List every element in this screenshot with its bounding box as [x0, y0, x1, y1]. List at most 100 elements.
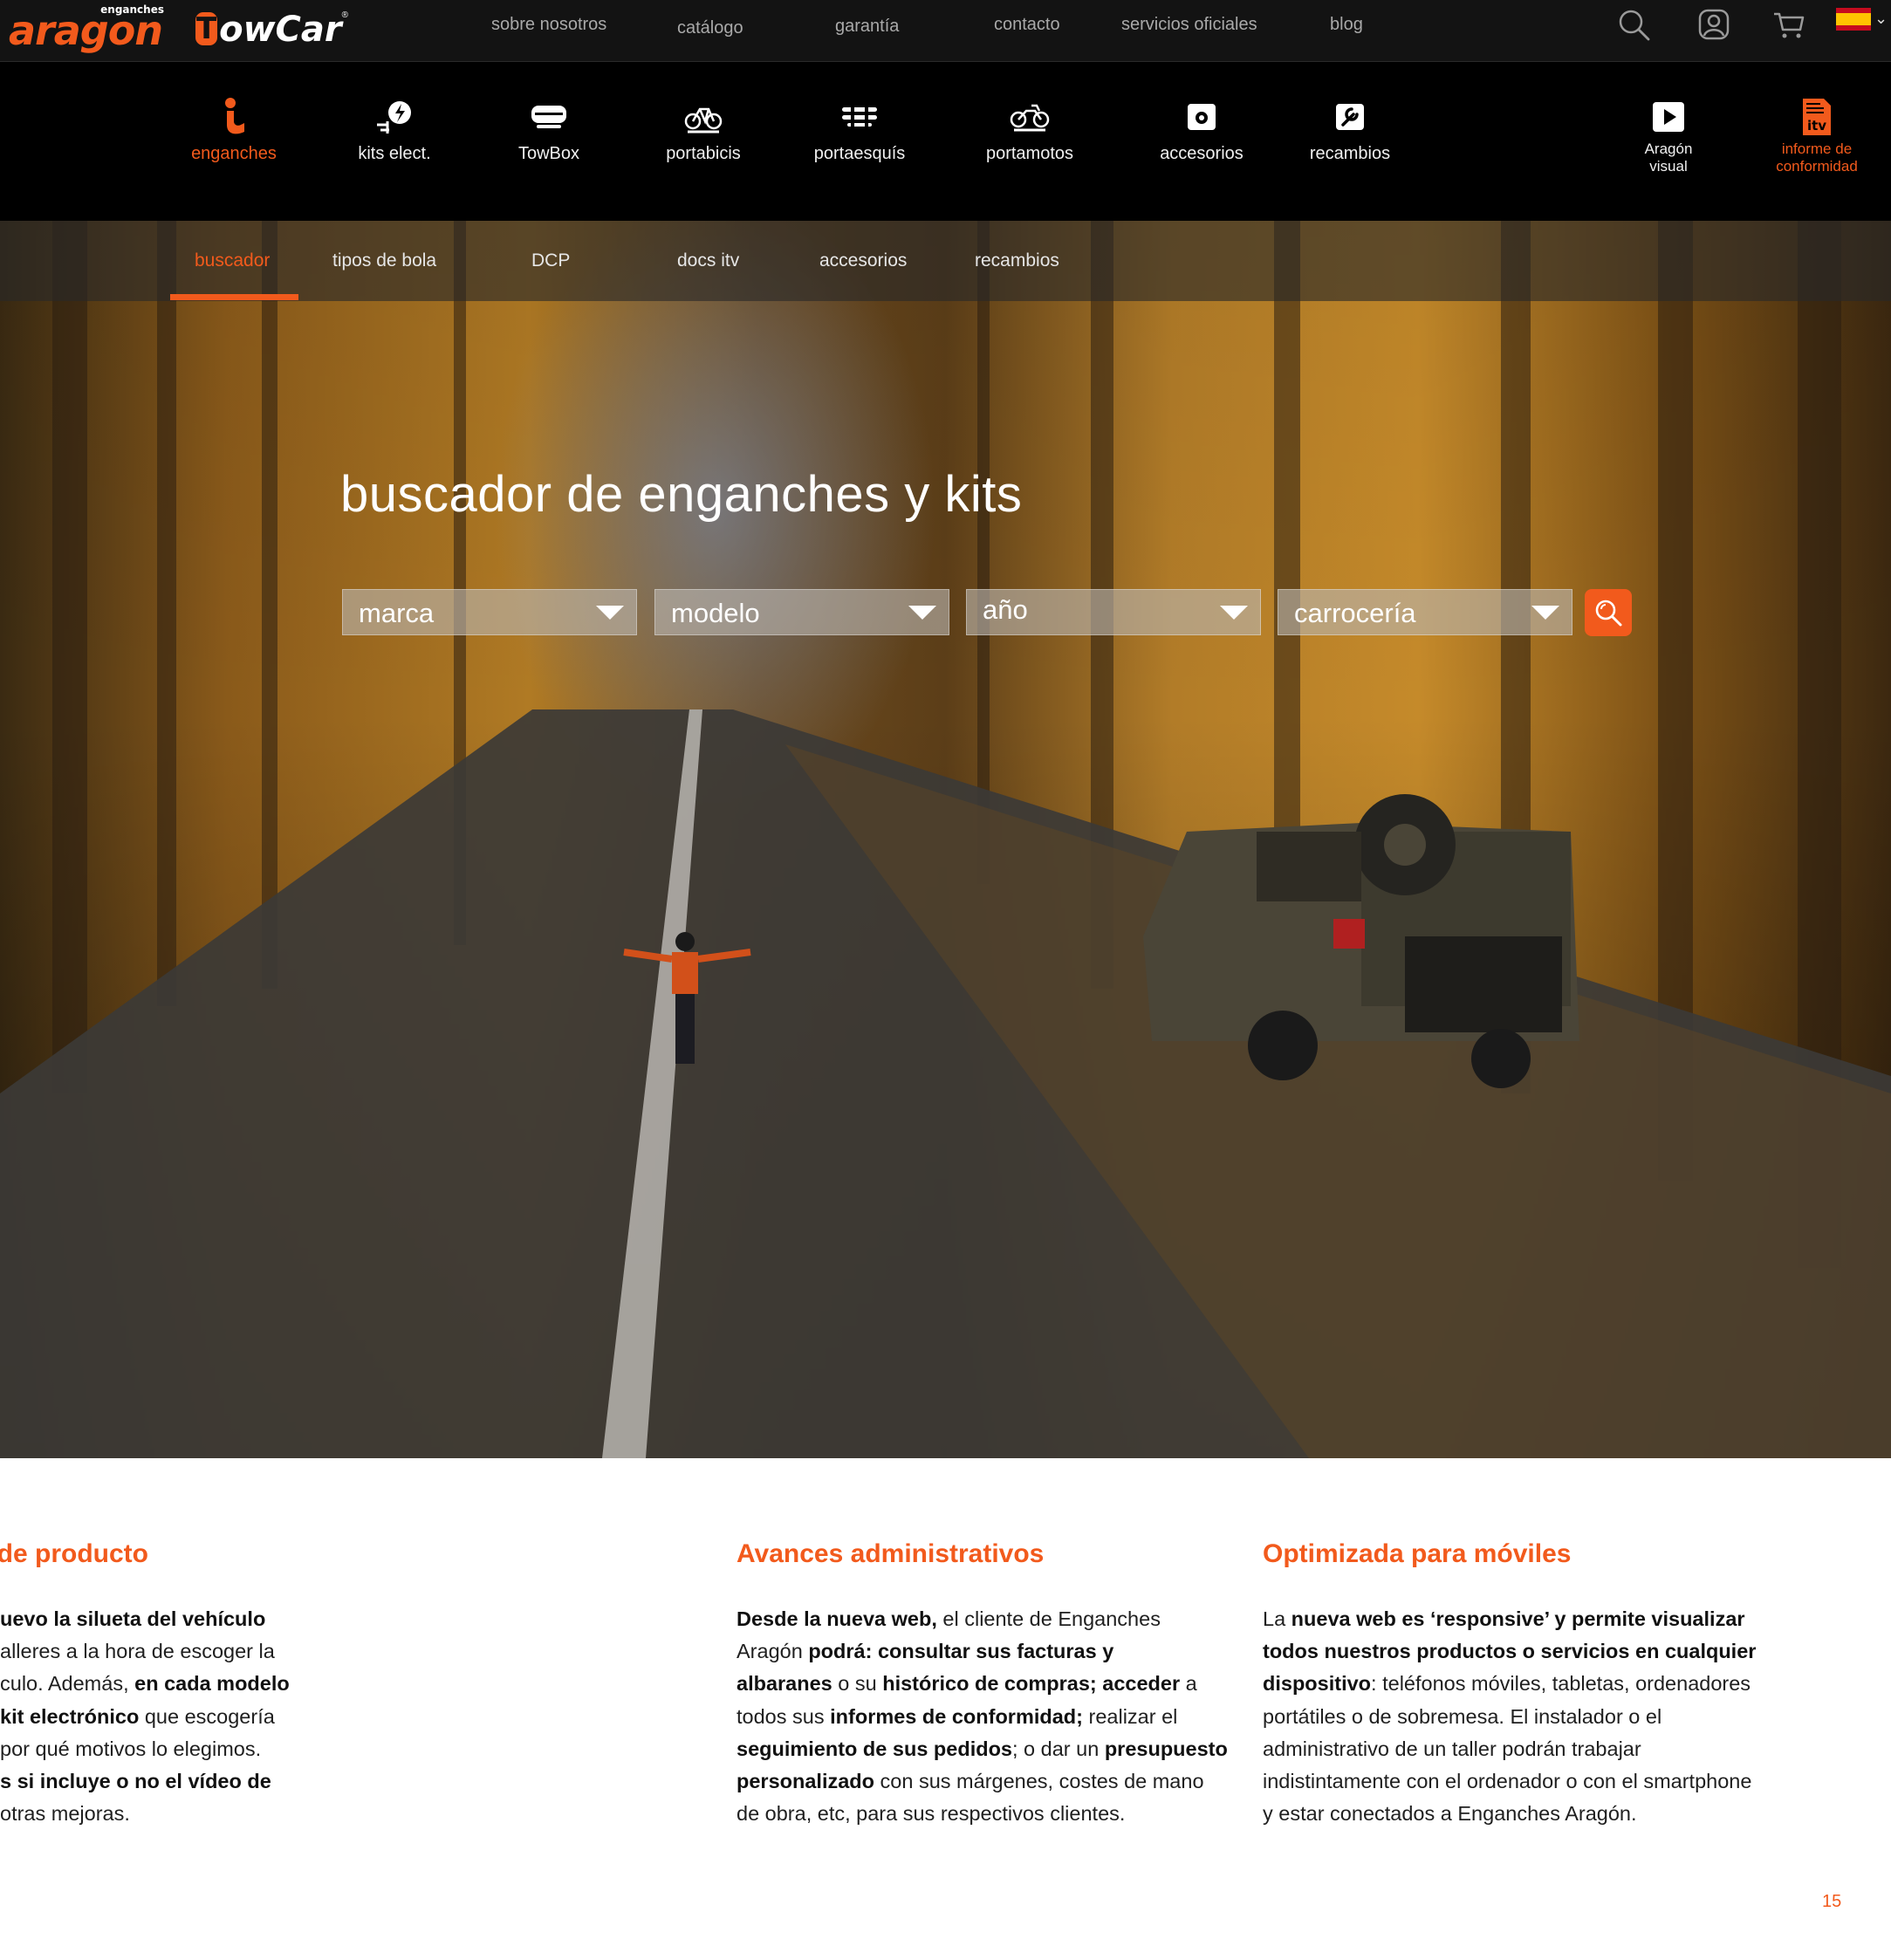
ski-icon: [785, 88, 934, 137]
sub-navigation: buscador tipos de bola DCP docs itv acce…: [0, 221, 1891, 301]
column-avances-administrativos: Avances administrativos Desde la nueva w…: [737, 1539, 1228, 1830]
text: a: [1180, 1672, 1197, 1696]
hero-banner: buscador tipos de bola DCP docs itv acce…: [0, 221, 1891, 1458]
category-label: enganches: [191, 144, 277, 163]
topnav-servicios-oficiales[interactable]: servicios oficiales: [1121, 0, 1257, 49]
language-flag-icon[interactable]: [1836, 8, 1871, 31]
aragon-logo-word: aragon: [9, 7, 163, 54]
category-portaesquis[interactable]: portaesquís: [785, 88, 934, 163]
bold-text: kit electrónico: [0, 1704, 140, 1728]
text-line: Aragón podrá: consultar sus facturas y: [737, 1635, 1199, 1668]
play-icon: [1594, 88, 1743, 137]
towcar-logo-letter: T: [195, 11, 218, 46]
bold-text: personalizado: [737, 1770, 875, 1793]
bold-text: dispositivo: [1263, 1672, 1372, 1696]
text: ; o dar un: [1012, 1737, 1105, 1760]
towbox-icon: [475, 88, 623, 137]
itv-document-icon: itv: [1743, 88, 1891, 137]
text-line: indistintamente con el ordenador o con e…: [1263, 1765, 1751, 1798]
dropdown-arrow-icon: [1220, 606, 1248, 620]
column-body: La nueva web es ‘responsive’ y permite v…: [1263, 1603, 1756, 1830]
column-body: Desde la nueva web, el cliente de Enganc…: [737, 1603, 1228, 1830]
category-accesorios[interactable]: accesorios: [1127, 88, 1276, 163]
search-icon[interactable]: [1616, 7, 1651, 42]
subnav-tipos-de-bola[interactable]: tipos de bola: [332, 221, 436, 301]
text-line: La nueva web es ‘responsive’ y permite v…: [1263, 1603, 1745, 1635]
bold-text: s si incluye o no el vídeo de: [0, 1770, 271, 1793]
text: culo. Además,: [0, 1672, 135, 1696]
category-label: portaesquís: [813, 144, 906, 163]
aragon-logo-small-text: enganches: [100, 3, 164, 16]
text-line: y estar conectados a Enganches Aragón.: [1263, 1798, 1725, 1830]
hero-title: buscador de enganches y kits: [340, 466, 1023, 523]
modelo-select[interactable]: modelo: [654, 589, 949, 635]
topnav-sobre-nosotros[interactable]: sobre nosotros: [491, 0, 606, 49]
category-towbox[interactable]: TowBox: [475, 88, 623, 163]
category-informe-conformidad[interactable]: itv informe de conformidad: [1743, 88, 1891, 175]
topnav-catalogo[interactable]: catálogo: [677, 3, 743, 52]
text: y estar conectados a Enganches Aragón.: [1263, 1802, 1637, 1826]
user-icon[interactable]: [1696, 7, 1731, 42]
bold-text: informes de conformidad;: [830, 1704, 1083, 1728]
subnav-recambios[interactable]: recambios: [975, 221, 1059, 301]
column-title: a de producto: [0, 1539, 148, 1568]
bold-text: histórico de compras; acceder: [882, 1672, 1181, 1696]
category-label: portamotos: [985, 144, 1074, 163]
category-aragon-visual[interactable]: Aragón visual: [1594, 88, 1743, 175]
bold-text: seguimiento de sus pedidos: [737, 1737, 1012, 1760]
bold-text: uevo la silueta del vehículo: [0, 1607, 266, 1630]
text-line: por qué motivos lo elegimos.: [0, 1733, 275, 1765]
select-value: marca: [359, 598, 435, 628]
towcar-logo[interactable]: T owCar ®: [195, 5, 348, 51]
bold-text: en cada modelo: [134, 1672, 290, 1696]
subnav-buscador[interactable]: buscador: [195, 221, 270, 301]
text: todos sus: [737, 1704, 831, 1728]
select-value: año: [983, 594, 1028, 625]
category-label: portabicis: [666, 144, 741, 163]
text: que escogería: [139, 1704, 275, 1728]
text: otras mejoras.: [0, 1802, 130, 1826]
bold-text: nueva web es ‘responsive’ y permite visu…: [1291, 1607, 1745, 1630]
category-label: kits elect.: [358, 144, 431, 163]
category-recambios[interactable]: recambios: [1276, 88, 1424, 163]
aragon-logo[interactable]: enganches aragon: [9, 3, 175, 54]
text-line: personalizado con sus márgenes, costes d…: [737, 1765, 1204, 1798]
category-kits-elect[interactable]: kits elect.: [320, 88, 469, 163]
electric-plug-icon: [320, 88, 469, 137]
accessory-icon: [1127, 88, 1276, 137]
ano-select[interactable]: año: [966, 589, 1261, 635]
text: el cliente de Enganches: [936, 1607, 1161, 1630]
text: con sus márgenes, costes de mano: [874, 1770, 1204, 1793]
towcar-logo-word: owCar: [219, 10, 342, 50]
column-title: Avances administrativos: [737, 1539, 1045, 1568]
text-line: dispositivo: teléfonos móviles, tabletas…: [1263, 1668, 1751, 1700]
bold-text: podrá: consultar sus facturas y: [808, 1640, 1114, 1663]
page-number: 15: [1822, 1892, 1842, 1911]
dropdown-arrow-icon: [596, 606, 624, 620]
chevron-down-icon[interactable]: ⌄: [1874, 10, 1888, 26]
category-enganches[interactable]: enganches: [160, 88, 308, 163]
marca-select[interactable]: marca: [342, 589, 637, 635]
category-portabicis[interactable]: portabicis: [629, 88, 778, 163]
subnav-dcp[interactable]: DCP: [531, 221, 570, 301]
text: Aragón: [737, 1640, 809, 1663]
topnav-contacto[interactable]: contacto: [994, 0, 1060, 49]
text-line: s si incluye o no el vídeo de: [0, 1765, 275, 1798]
bike-icon: [629, 88, 778, 137]
topnav-blog[interactable]: blog: [1330, 0, 1363, 49]
text-line: portátiles o de sobremesa. El instalador…: [1263, 1701, 1725, 1733]
select-value: carrocería: [1294, 598, 1416, 628]
subnav-accesorios[interactable]: accesorios: [819, 221, 907, 301]
text: o su: [832, 1672, 883, 1696]
cart-icon[interactable]: [1771, 7, 1806, 42]
subnav-docs-itv[interactable]: docs itv: [677, 221, 739, 301]
text-line: culo. Además, en cada modelo: [0, 1668, 290, 1700]
text-line: albaranes o su histórico de compras; acc…: [737, 1668, 1199, 1700]
hitch-icon: [160, 88, 308, 137]
category-label: accesorios: [1160, 144, 1244, 163]
category-portamotos[interactable]: portamotos: [956, 88, 1104, 163]
topnav-garantia[interactable]: garantía: [835, 2, 899, 51]
carroceria-select[interactable]: carrocería: [1278, 589, 1572, 635]
text-line: todos nuestros productos o servicios en …: [1263, 1635, 1756, 1668]
search-button[interactable]: [1585, 589, 1632, 636]
